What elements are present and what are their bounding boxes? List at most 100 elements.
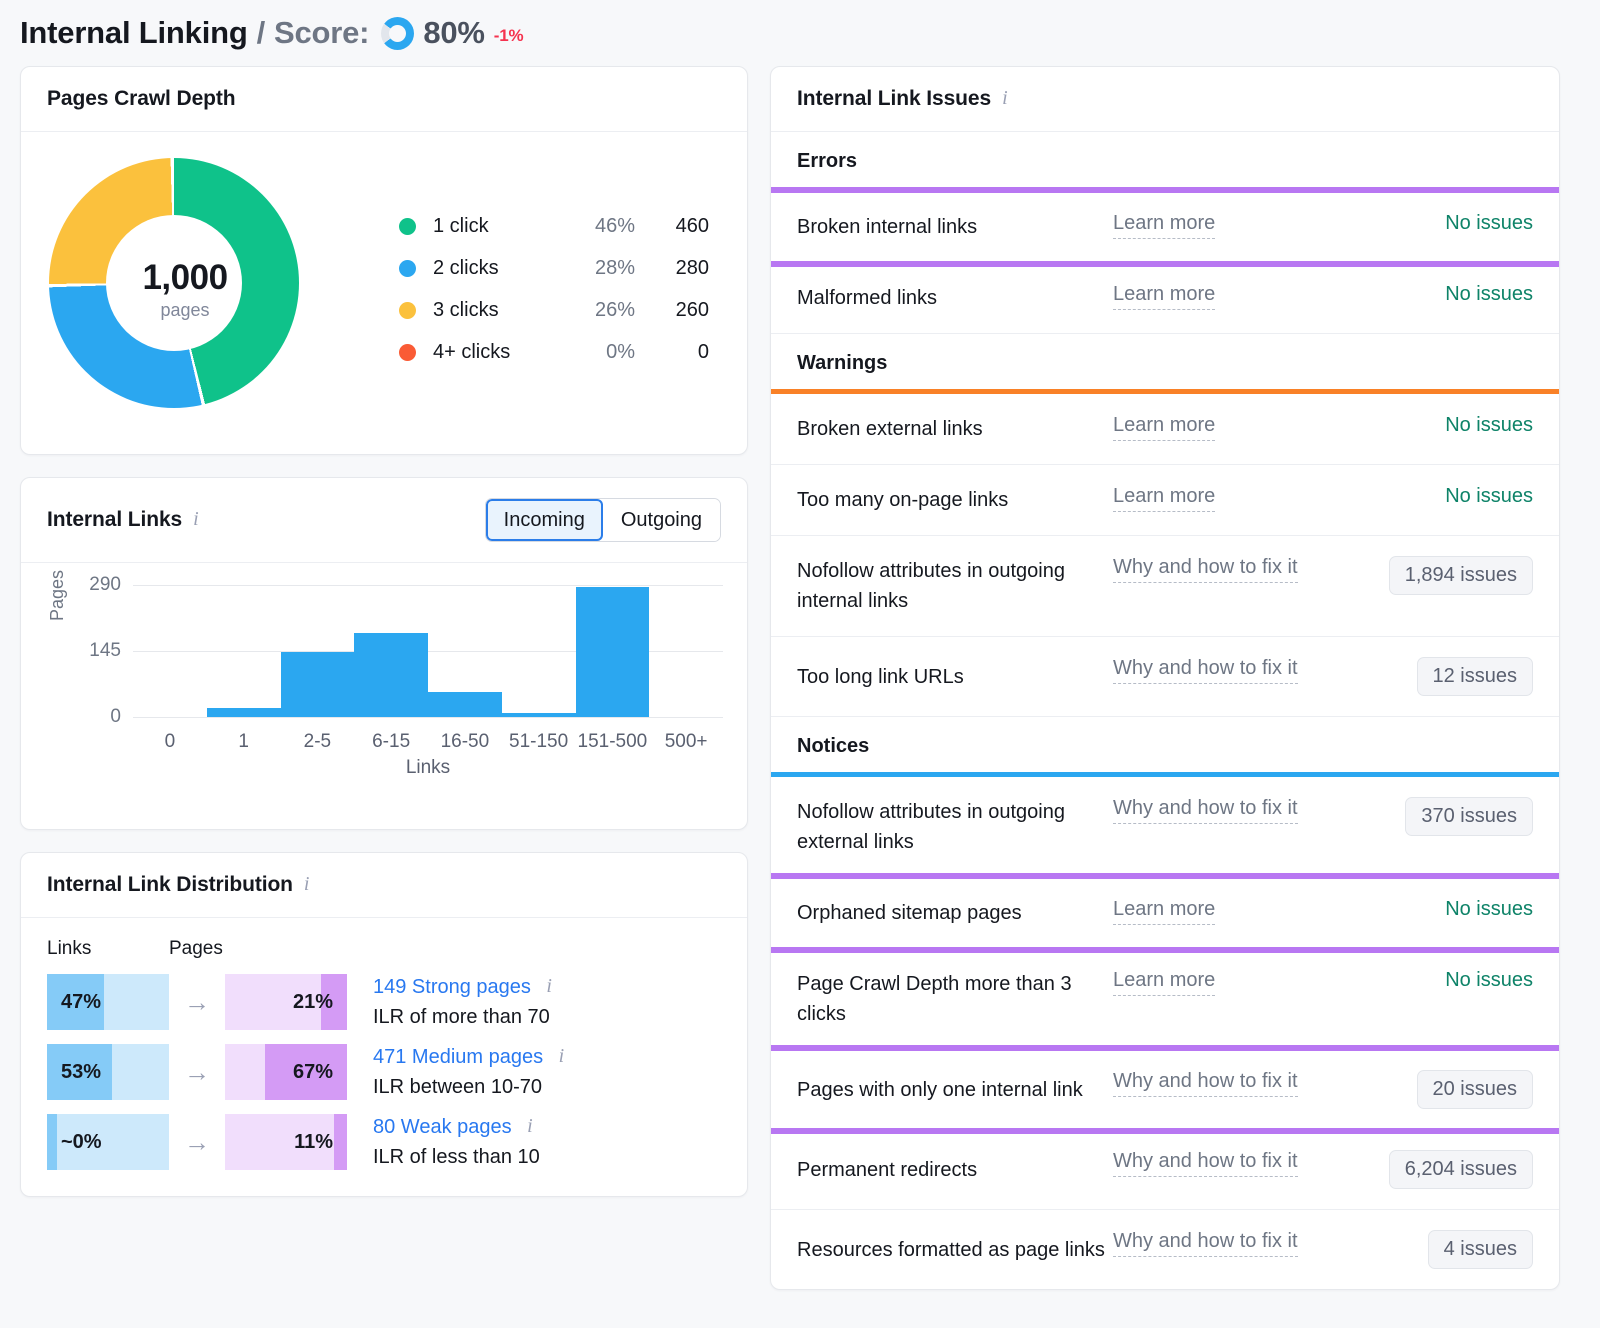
chart-plot-area: 290 145 0 — [133, 585, 723, 717]
issue-row-orphaned-sitemap-pages[interactable]: Orphaned sitemap pages Learn more No iss… — [771, 878, 1559, 949]
bar — [428, 692, 502, 717]
distribution-row: 47% → 21% 149 Strong pages i ILR of more — [47, 974, 721, 1030]
issue-name: Malformed links — [797, 283, 1113, 313]
distribution-bars: ~0% → 11% — [47, 1114, 347, 1170]
issue-row-nofollow-external[interactable]: Nofollow attributes in outgoing external… — [771, 777, 1559, 878]
bar-slot — [281, 585, 355, 717]
x-tick: 151-500 — [576, 717, 650, 753]
distribution-body: Links Pages 47% → 21% — [21, 918, 747, 1196]
learn-more-link[interactable]: Learn more — [1113, 414, 1215, 441]
x-tick: 1 — [207, 717, 281, 753]
bar — [354, 633, 428, 717]
legend-item: 4+ clicks 0% 0 — [399, 331, 709, 373]
why-and-how-to-fix-it-link[interactable]: Why and how to fix it — [1113, 1230, 1298, 1257]
column-header-pages: Pages — [169, 938, 347, 960]
distribution-bars: 53% → 67% — [47, 1044, 347, 1100]
bar — [207, 708, 281, 717]
info-icon[interactable]: i — [559, 1046, 565, 1066]
issue-row-malformed-links[interactable]: Malformed links Learn more No issues — [771, 263, 1559, 334]
donut-total-label: pages — [160, 300, 209, 321]
strong-pages-link[interactable]: 149 Strong pages — [373, 976, 531, 998]
issue-name: Page Crawl Depth more than 3 clicks — [797, 969, 1113, 1029]
legend-label: 3 clicks — [433, 299, 561, 322]
learn-more-link[interactable]: Learn more — [1113, 898, 1215, 925]
distribution-bars: 47% → 21% — [47, 974, 347, 1030]
info-icon[interactable]: i — [546, 976, 552, 996]
learn-more-link[interactable]: Learn more — [1113, 969, 1215, 996]
chart-x-axis: 0 1 2-5 6-15 16-50 51-150 151-500 500+ — [133, 717, 723, 753]
why-and-how-to-fix-it-link[interactable]: Why and how to fix it — [1113, 556, 1298, 583]
issue-row-pages-with-one-internal-link[interactable]: Pages with only one internal link Why an… — [771, 1050, 1559, 1130]
issue-row-nofollow-internal[interactable]: Nofollow attributes in outgoing internal… — [771, 536, 1559, 637]
why-and-how-to-fix-it-link[interactable]: Why and how to fix it — [1113, 1150, 1298, 1177]
legend-label: 2 clicks — [433, 257, 561, 280]
issue-row-too-long-link-urls[interactable]: Too long link URLs Why and how to fix it… — [771, 637, 1559, 717]
issue-count-badge[interactable]: 6,204 issues — [1389, 1150, 1533, 1189]
issue-name: Too long link URLs — [797, 662, 1113, 692]
chart-y-axis-label: Pages — [47, 570, 68, 621]
pages-crawl-depth-card: Pages Crawl Depth 1,000 pages 1 click — [20, 66, 748, 455]
why-and-how-to-fix-it-link[interactable]: Why and how to fix it — [1113, 797, 1298, 824]
learn-more-link[interactable]: Learn more — [1113, 212, 1215, 239]
left-column: Pages Crawl Depth 1,000 pages 1 click — [20, 66, 748, 1197]
distribution-row: ~0% → 11% 80 Weak pages i ILR of less th — [47, 1114, 721, 1170]
status-no-issues: No issues — [1445, 283, 1533, 305]
distribution-description: ILR between 10-70 — [373, 1076, 564, 1099]
learn-more-link[interactable]: Learn more — [1113, 283, 1215, 310]
issue-count-badge[interactable]: 12 issues — [1417, 657, 1534, 696]
info-icon[interactable]: i — [527, 1116, 533, 1136]
pages-bar-value: 11% — [294, 1131, 347, 1154]
status-no-issues: No issues — [1445, 212, 1533, 234]
page-title-text: Internal Linking — [20, 15, 248, 51]
issue-count-badge[interactable]: 1,894 issues — [1389, 556, 1533, 595]
issue-row-broken-external-links[interactable]: Broken external links Learn more No issu… — [771, 394, 1559, 465]
status-no-issues: No issues — [1445, 969, 1533, 991]
medium-pages-link[interactable]: 471 Medium pages — [373, 1046, 543, 1068]
tab-incoming[interactable]: Incoming — [486, 499, 603, 541]
why-and-how-to-fix-it-link[interactable]: Why and how to fix it — [1113, 657, 1298, 684]
issues-header: Internal Link Issues i — [771, 67, 1559, 132]
column-header-links: Links — [47, 938, 169, 960]
page-title: Internal Linking / Score: 80% -1% — [20, 0, 1580, 66]
status-no-issues: No issues — [1445, 485, 1533, 507]
issue-row-too-many-on-page-links[interactable]: Too many on-page links Learn more No iss… — [771, 465, 1559, 536]
incoming-outgoing-toggle[interactable]: Incoming Outgoing — [485, 498, 721, 542]
info-icon[interactable]: i — [193, 509, 199, 529]
y-tick-145: 145 — [89, 640, 121, 662]
issue-name: Too many on-page links — [797, 485, 1113, 515]
tab-outgoing[interactable]: Outgoing — [603, 499, 720, 541]
issue-count-badge[interactable]: 370 issues — [1405, 797, 1533, 836]
pages-bar-value: 67% — [293, 1061, 347, 1084]
issue-count-badge[interactable]: 20 issues — [1417, 1070, 1534, 1109]
legend-percent: 0% — [561, 341, 635, 364]
internal-linking-page: Internal Linking / Score: 80% -1% Pages … — [0, 0, 1600, 1328]
title-separator: / — [257, 15, 265, 51]
x-tick: 51-150 — [502, 717, 576, 753]
legend-dot-icon — [399, 218, 416, 235]
links-bar-value: 47% — [47, 991, 101, 1014]
bar-slot — [133, 585, 207, 717]
score-value: 80% — [423, 15, 484, 51]
bar — [576, 587, 650, 717]
issue-row-resources-formatted-as-page-links[interactable]: Resources formatted as page links Why an… — [771, 1210, 1559, 1289]
info-icon[interactable]: i — [1002, 88, 1008, 108]
issue-row-broken-internal-links[interactable]: Broken internal links Learn more No issu… — [771, 192, 1559, 263]
arrow-right-icon: → — [169, 974, 225, 1030]
distribution-text: 149 Strong pages i ILR of more than 70 — [373, 974, 552, 1029]
issue-count-badge[interactable]: 4 issues — [1428, 1230, 1533, 1269]
score-delta: -1% — [494, 26, 524, 46]
info-icon[interactable]: i — [304, 874, 310, 894]
links-bar-value: 53% — [47, 1061, 101, 1084]
weak-pages-link[interactable]: 80 Weak pages — [373, 1116, 512, 1138]
legend-dot-icon — [399, 344, 416, 361]
internal-link-distribution-card: Internal Link Distribution i Links Pages… — [20, 852, 748, 1197]
pages-bar: 67% — [225, 1044, 347, 1100]
issue-row-page-crawl-depth[interactable]: Page Crawl Depth more than 3 clicks Lear… — [771, 949, 1559, 1050]
learn-more-link[interactable]: Learn more — [1113, 485, 1215, 512]
issue-name: Orphaned sitemap pages — [797, 898, 1113, 928]
issue-row-permanent-redirects[interactable]: Permanent redirects Why and how to fix i… — [771, 1130, 1559, 1210]
internal-links-header: Internal Links i Incoming Outgoing — [21, 478, 747, 563]
y-tick-290: 290 — [89, 574, 121, 596]
why-and-how-to-fix-it-link[interactable]: Why and how to fix it — [1113, 1070, 1298, 1097]
legend-item: 2 clicks 28% 280 — [399, 247, 709, 289]
